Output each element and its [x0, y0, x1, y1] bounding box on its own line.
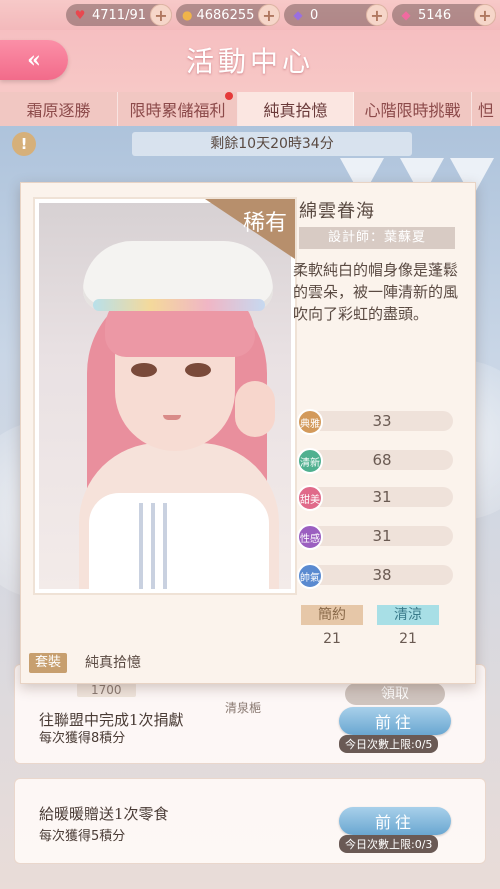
daily-limit: 今日次數上限:0/5 — [339, 735, 439, 753]
attribute-sweet: 甜美 31 — [297, 485, 453, 511]
go-button[interactable]: 前往 — [339, 807, 451, 835]
item-description: 柔軟純白的帽身像是蓬鬆的雲朵，被一陣清新的風吹向了彩虹的盡頭。 — [293, 261, 459, 323]
countdown-text: 剩餘10天20時34分 — [132, 132, 412, 156]
coin-counter: ● 4686255 + — [176, 4, 280, 26]
attribute-value: 38 — [372, 566, 392, 584]
item-detail-card[interactable]: 稀有 綿雲眷海 設計師：葉蘇夏 柔軟純白的帽身像是蓬鬆的雲朵，被一陣清新的風吹向… — [20, 182, 476, 684]
tab-frost-race[interactable]: 霜原逐勝 — [0, 92, 118, 126]
heart-icon: ♥ — [74, 8, 86, 22]
attribute-badge: 典雅 — [297, 409, 323, 435]
stamina-value: 4711/91 — [91, 7, 146, 23]
item-portrait: 稀有 — [33, 197, 297, 595]
tab-label: 霜原逐勝 — [26, 101, 91, 120]
style-tag-cool: 清涼 — [377, 605, 439, 625]
tab-label: 限時累儲福利 — [129, 101, 226, 120]
attribute-badge: 甜美 — [297, 485, 323, 511]
task-row: 給暖暖贈送1次零食 每次獲得5積分 前往 今日次數上限:0/3 — [14, 778, 486, 864]
style-tag-value: 21 — [323, 631, 341, 647]
tab-heart-challenge[interactable]: 心階限時挑戰 — [354, 92, 472, 126]
task-name: 給暖暖贈送1次零食 — [39, 805, 169, 823]
resource-bar: ♥ 4711/91 + ● 4686255 + ◆ 0 + ◆ 5146 + — [0, 0, 500, 30]
pink-diamond-value: 5146 — [418, 7, 452, 23]
diamond-counter: ◆ 0 + — [284, 4, 388, 26]
attribute-badge: 帥氣 — [297, 563, 323, 589]
attribute-sexy: 性感 31 — [297, 524, 453, 550]
diamond-value: 0 — [310, 7, 319, 23]
attribute-badge: 性感 — [297, 524, 323, 550]
tab-recharge-benefits[interactable]: 限時累儲福利 — [118, 92, 238, 126]
attribute-value: 31 — [372, 527, 392, 545]
add-coin-button[interactable]: + — [258, 4, 280, 26]
daily-limit: 今日次數上限:0/3 — [339, 835, 439, 853]
rarity-badge: 稀有 — [205, 199, 295, 259]
claim-button[interactable]: 領取 — [345, 683, 445, 705]
task-reward: 每次獲得5積分 — [39, 829, 126, 844]
add-stamina-button[interactable]: + — [150, 4, 172, 26]
attribute-value: 31 — [372, 488, 392, 506]
coin-value: 4686255 — [196, 7, 255, 23]
tab-innocent-memories[interactable]: 純真拾憶 — [238, 92, 354, 126]
activity-tabs: 霜原逐勝 限時累儲福利 純真拾憶 心階限時挑戰 怛 — [0, 92, 500, 126]
character-illustration — [39, 203, 291, 589]
task-reward: 每次獲得8積分 — [39, 731, 126, 746]
item-name: 綿雲眷海 — [299, 201, 375, 222]
go-label: 前往 — [374, 713, 415, 732]
pink-diamond-icon: ◆ — [401, 8, 411, 22]
attribute-cool: 帥氣 38 — [297, 563, 453, 589]
attribute-elegant: 典雅 33 — [297, 409, 453, 435]
go-button[interactable]: 前往 — [339, 707, 451, 735]
tab-more[interactable]: 怛 — [472, 92, 500, 126]
go-label: 前往 — [374, 813, 415, 832]
page-title: 活動中心 — [185, 45, 314, 78]
attribute-fresh: 清新 68 — [297, 448, 453, 474]
rarity-label: 稀有 — [242, 211, 287, 236]
price-tag: 1700 — [77, 683, 136, 697]
stamina-counter: ♥ 4711/91 + — [66, 4, 172, 26]
style-tag-value: 21 — [399, 631, 417, 647]
partial-item-name: 清泉梔 — [225, 701, 262, 715]
page-header: « 活動中心 — [0, 30, 500, 92]
attribute-value: 33 — [372, 412, 392, 430]
attribute-badge: 清新 — [297, 448, 323, 474]
suit-name[interactable]: 純真拾憶 — [85, 653, 141, 673]
notification-dot — [225, 92, 233, 100]
add-diamond-button[interactable]: + — [366, 4, 388, 26]
pink-diamond-counter: ◆ 5146 + — [392, 4, 496, 26]
claim-label: 領取 — [381, 686, 409, 702]
tab-label: 怛 — [477, 101, 494, 120]
coin-icon: ● — [182, 8, 193, 22]
style-tag-simple: 簡約 — [301, 605, 363, 625]
designer-label: 設計師：葉蘇夏 — [299, 227, 455, 249]
tab-label: 純真拾憶 — [263, 101, 328, 120]
tab-label: 心階限時挑戰 — [364, 101, 461, 120]
diamond-icon: ◆ — [293, 8, 303, 22]
add-pink-diamond-button[interactable]: + — [474, 4, 496, 26]
event-countdown: ! 剩餘10天20時34分 — [12, 130, 488, 158]
suit-badge: 套裝 — [29, 653, 68, 673]
info-icon[interactable]: ! — [12, 132, 36, 156]
attribute-value: 68 — [372, 451, 392, 469]
